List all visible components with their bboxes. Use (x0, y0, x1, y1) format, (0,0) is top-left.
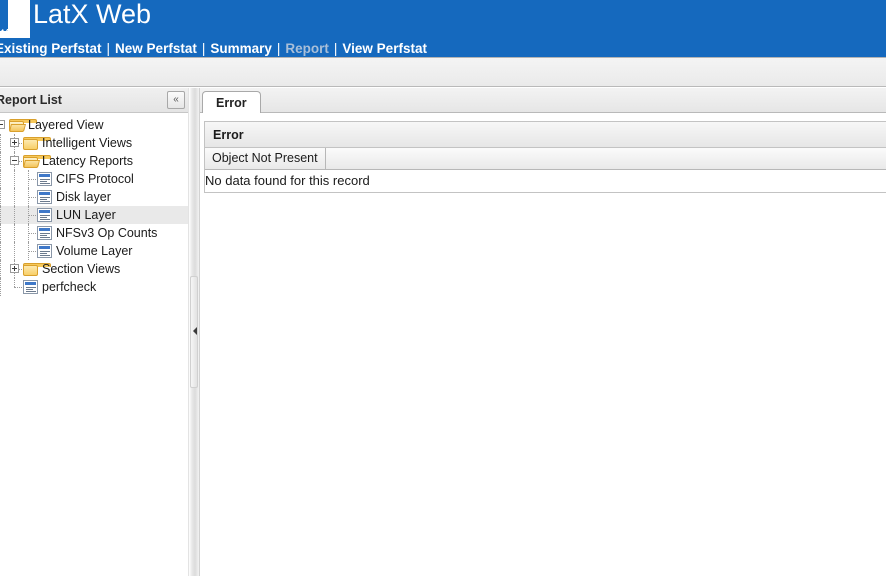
nav-link-new-perfstat[interactable]: New Perfstat (115, 41, 197, 57)
tree-collapse-icon[interactable] (10, 156, 19, 165)
sidebar-header: Report List « (0, 88, 188, 113)
tree-report-row[interactable]: CIFS Protocol (0, 170, 188, 188)
tree-connector (0, 170, 1, 188)
tree-report-row[interactable]: LUN Layer (0, 206, 188, 224)
tree-connector (28, 197, 36, 198)
tree-connector (0, 242, 1, 260)
tree-report-row[interactable]: NFSv3 Op Counts (0, 224, 188, 242)
report-document-icon (37, 190, 52, 204)
sidebar-title: Report List (0, 93, 62, 107)
tree-item-label: NFSv3 Op Counts (56, 226, 158, 240)
collapse-sidebar-button[interactable]: « (167, 91, 185, 109)
splitter-collapse-arrow-icon[interactable] (193, 327, 197, 335)
tree-folder-row[interactable]: Latency Reports (0, 152, 188, 170)
report-document-icon (37, 244, 52, 258)
report-document-icon (23, 280, 38, 294)
tree-connector (0, 278, 1, 296)
tree-report-row[interactable]: perfcheck (0, 278, 188, 296)
tree-item-label: Intelligent Views (42, 136, 133, 150)
folder-open-icon (23, 155, 51, 168)
tab-strip: Error (200, 88, 886, 113)
tree-connector (0, 152, 1, 170)
error-panel: Error Object Not Present No data found f… (204, 121, 886, 193)
nav-separator: | (276, 41, 281, 56)
grid-column-headers: Object Not Present (205, 148, 886, 170)
tree-collapse-icon[interactable] (0, 120, 5, 129)
tree-connector (0, 224, 1, 242)
application-window: NetApp® LatX Web Existing Perfstat | New… (0, 0, 886, 576)
tree-connector (0, 260, 1, 278)
report-tree: Layered View Intelligent Views Latency Rep… (0, 113, 188, 296)
content-area: Error Error Object Not Present No data f… (200, 88, 886, 576)
nav-link-report[interactable]: Report (285, 41, 329, 57)
report-document-icon (37, 208, 52, 222)
netapp-wordmark: NetApp® (0, 28, 30, 39)
tree-connector (28, 251, 36, 252)
tab-error[interactable]: Error (202, 91, 261, 113)
nav-link-existing-perfstat[interactable]: Existing Perfstat (0, 41, 102, 57)
tree-item-label: Latency Reports (42, 154, 134, 168)
report-document-icon (37, 226, 52, 240)
tree-connector (28, 179, 36, 180)
tree-folder-row[interactable]: Section Views (0, 260, 188, 278)
nav-separator: | (106, 41, 111, 56)
nav-separator: | (201, 41, 206, 56)
tree-connector (0, 134, 1, 152)
grid-body: No data found for this record (205, 170, 886, 192)
no-data-message: No data found for this record (205, 173, 370, 188)
tree-item-label: LUN Layer (56, 208, 116, 222)
tree-connector (14, 242, 15, 260)
folder-open-icon (9, 119, 37, 132)
tree-expand-icon[interactable] (10, 138, 19, 147)
tree-item-label: Volume Layer (56, 244, 133, 258)
tree-connector (14, 224, 15, 242)
tree-folder-row[interactable]: Layered View (0, 116, 188, 134)
nav-link-view-perfstat[interactable]: View Perfstat (342, 41, 427, 57)
folder-closed-icon (23, 137, 51, 150)
tree-connector (28, 170, 29, 188)
tree-connector (14, 278, 15, 287)
tree-connector (28, 224, 29, 242)
nav-separator: | (333, 41, 338, 56)
tree-connector (14, 287, 22, 288)
report-document-icon (37, 172, 52, 186)
page-title: LatX Web (33, 0, 152, 29)
tree-item-label: Section Views (42, 262, 121, 276)
tree-connector (0, 188, 1, 206)
tree-connector (28, 233, 36, 234)
tree-connector (0, 206, 1, 224)
error-panel-title: Error (205, 122, 886, 148)
tree-item-label: Layered View (28, 118, 104, 132)
nav-link-summary[interactable]: Summary (210, 41, 272, 57)
tree-report-row[interactable]: Disk layer (0, 188, 188, 206)
tree-connector (14, 206, 15, 224)
report-list-sidebar: Report List « Layered View Intelligent Vi… (0, 88, 188, 576)
tree-report-row[interactable]: Volume Layer (0, 242, 188, 260)
main-navigation: Existing Perfstat | New Perfstat | Summa… (0, 41, 886, 57)
tree-connector (28, 188, 29, 206)
app-header: NetApp® LatX Web Existing Perfstat | New… (0, 0, 886, 57)
tree-connector (28, 215, 36, 216)
grid-column-header[interactable]: Object Not Present (205, 148, 326, 170)
folder-closed-icon (23, 263, 51, 276)
tree-connector (28, 242, 29, 260)
toolbar-strip (0, 57, 886, 87)
tree-connector (14, 170, 15, 188)
tree-item-label: Disk layer (56, 190, 111, 204)
splitter-handle[interactable] (190, 276, 198, 388)
tree-expand-icon[interactable] (10, 264, 19, 273)
tree-connector (28, 206, 29, 224)
tree-item-label: perfcheck (42, 280, 97, 294)
tree-item-label: CIFS Protocol (56, 172, 134, 186)
tree-connector (14, 188, 15, 206)
tree-folder-row[interactable]: Intelligent Views (0, 134, 188, 152)
sidebar-splitter[interactable] (188, 88, 200, 576)
